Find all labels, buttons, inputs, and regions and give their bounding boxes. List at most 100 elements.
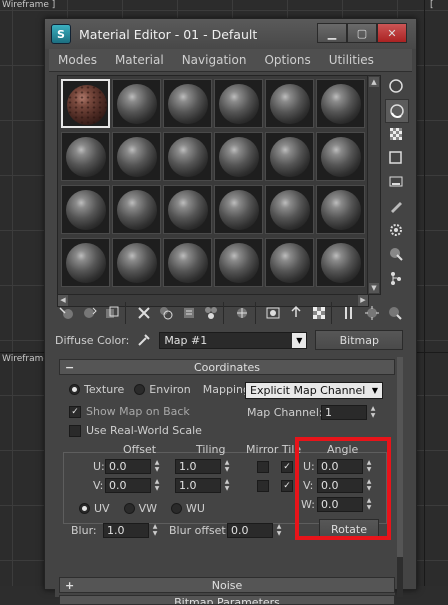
scroll-down-icon[interactable]: ▼ xyxy=(369,283,379,293)
material-slot[interactable] xyxy=(214,238,263,287)
map-type-button[interactable]: Bitmap xyxy=(315,330,404,350)
material-slot[interactable] xyxy=(112,79,161,128)
spinner-arrows-icon[interactable]: ▲ ▼ xyxy=(368,405,378,420)
sample-type-sphere-icon[interactable] xyxy=(385,75,407,97)
sample-uv-tiling-icon[interactable] xyxy=(385,147,407,169)
panel-scrollbar-thumb[interactable] xyxy=(397,357,403,557)
sample-slots-grid xyxy=(57,75,369,295)
u-mirror-checkbox[interactable] xyxy=(257,461,269,473)
uv-radio[interactable] xyxy=(79,503,90,514)
material-slot[interactable] xyxy=(163,132,212,181)
bitmap-parameters-rollout-header[interactable]: Bitmap Parameters xyxy=(59,595,395,605)
blur-spinner[interactable]: 1.0 ▲ ▼ xyxy=(103,523,157,538)
u-tiling-spinner[interactable]: 1.0 ▲ ▼ xyxy=(175,459,229,474)
put-to-library-icon[interactable] xyxy=(178,302,199,324)
viewport-label-bottom[interactable]: Wireframe xyxy=(2,354,49,364)
map-channel-spinner[interactable]: 1 ▲ ▼ xyxy=(321,405,375,420)
use-real-world-scale-checkbox[interactable] xyxy=(69,424,81,437)
minimize-button[interactable]: ▁ xyxy=(317,23,347,43)
wu-radio[interactable] xyxy=(170,503,182,514)
blur-offset-spinner[interactable]: 0.0 ▲ ▼ xyxy=(227,523,281,538)
background-icon[interactable] xyxy=(308,302,329,324)
menu-navigation[interactable]: Navigation xyxy=(173,53,256,67)
reset-map-icon[interactable] xyxy=(133,302,154,324)
spinner-arrows-icon[interactable]: ▲ ▼ xyxy=(274,523,284,538)
material-slot[interactable] xyxy=(112,185,161,234)
maximize-button[interactable]: ▢ xyxy=(347,23,377,43)
material-slot[interactable] xyxy=(265,79,314,128)
menu-material[interactable]: Material xyxy=(106,53,173,67)
material-map-navigator-icon[interactable] xyxy=(385,267,407,289)
v-tiling-spinner[interactable]: 1.0 ▲ ▼ xyxy=(175,478,229,493)
spinner-arrows-icon[interactable]: ▲ ▼ xyxy=(222,459,232,474)
u-tile-checkbox[interactable]: ✓ xyxy=(281,461,293,473)
menu-utilities[interactable]: Utilities xyxy=(320,53,383,67)
texture-radio[interactable] xyxy=(69,384,80,395)
spinner-arrows-icon[interactable]: ▲ ▼ xyxy=(152,478,162,493)
title-bar[interactable]: S Material Editor - 01 - Default ▁ ▢ ✕ xyxy=(45,19,416,49)
menu-options[interactable]: Options xyxy=(255,53,319,67)
material-slot[interactable] xyxy=(163,238,212,287)
background-checker-icon[interactable] xyxy=(385,123,407,145)
get-material-icon[interactable] xyxy=(57,302,78,324)
mapping-value: Explicit Map Channel xyxy=(250,384,366,397)
assign-to-selection-icon[interactable] xyxy=(102,302,123,324)
u-offset-spinner[interactable]: 0.0 ▲ ▼ xyxy=(105,459,159,474)
show-shaded-map-icon[interactable] xyxy=(232,302,253,324)
material-slot[interactable] xyxy=(163,79,212,128)
chevron-down-icon[interactable]: ▼ xyxy=(292,332,307,348)
material-slot[interactable] xyxy=(316,238,365,287)
put-to-scene-icon[interactable] xyxy=(80,302,101,324)
spinner-arrows-icon[interactable]: ▲ ▼ xyxy=(152,459,162,474)
material-slot[interactable] xyxy=(61,79,110,128)
viewport-label-top[interactable]: Wireframe ] xyxy=(2,0,55,10)
material-slot[interactable] xyxy=(214,79,263,128)
panel-scrollbar[interactable] xyxy=(397,357,403,597)
vw-radio[interactable] xyxy=(123,503,135,514)
go-to-parent-icon[interactable] xyxy=(286,302,307,324)
window-title: Material Editor - 01 - Default xyxy=(79,26,258,42)
show-map-on-back-checkbox[interactable]: ✓ xyxy=(69,405,81,418)
material-slot[interactable] xyxy=(61,185,110,234)
noise-rollout-header[interactable]: + Noise xyxy=(59,577,395,593)
v-offset-spinner[interactable]: 0.0 ▲ ▼ xyxy=(105,478,159,493)
scroll-up-icon[interactable]: ▲ xyxy=(369,77,379,87)
video-color-check-icon[interactable] xyxy=(385,171,407,193)
material-slot[interactable] xyxy=(316,132,365,181)
map-name-field[interactable]: Map #1 ▼ xyxy=(159,331,308,349)
slots-vertical-scrollbar[interactable]: ▲ ▼ xyxy=(367,75,381,295)
go-forward-to-sibling-icon[interactable] xyxy=(339,302,360,324)
material-slot[interactable] xyxy=(214,185,263,234)
coordinates-rollout-header[interactable]: − Coordinates xyxy=(59,359,395,375)
options-gear-icon[interactable] xyxy=(385,219,407,241)
spinner-arrows-icon[interactable]: ▲ ▼ xyxy=(150,523,160,538)
material-slot[interactable] xyxy=(163,185,212,234)
material-slot[interactable] xyxy=(214,132,263,181)
menu-modes[interactable]: Modes xyxy=(49,53,106,67)
show-end-result-icon[interactable] xyxy=(263,302,284,324)
backlight-icon[interactable] xyxy=(385,99,409,123)
spinner-arrows-icon[interactable]: ▲ ▼ xyxy=(222,478,232,493)
material-slot[interactable] xyxy=(316,79,365,128)
chevron-down-icon[interactable]: ▼ xyxy=(368,383,382,398)
pick-material-from-object-icon[interactable] xyxy=(362,302,383,324)
v-mirror-checkbox[interactable] xyxy=(257,480,269,492)
close-button[interactable]: ✕ xyxy=(377,23,407,43)
material-slot[interactable] xyxy=(265,132,314,181)
material-slot[interactable] xyxy=(61,132,110,181)
eyedropper-icon[interactable] xyxy=(385,302,406,324)
mapping-dropdown[interactable]: Explicit Map Channel ▼ xyxy=(245,382,383,399)
make-preview-icon[interactable] xyxy=(385,195,407,217)
material-slot[interactable] xyxy=(112,238,161,287)
material-id-channel-icon[interactable] xyxy=(201,302,222,324)
environ-radio[interactable] xyxy=(134,384,146,395)
material-slot[interactable] xyxy=(61,238,110,287)
v-tile-checkbox[interactable]: ✓ xyxy=(281,480,293,492)
material-slot[interactable] xyxy=(265,238,314,287)
material-slot[interactable] xyxy=(265,185,314,234)
eyedropper-picker-icon[interactable] xyxy=(135,331,153,349)
make-unique-icon[interactable] xyxy=(156,302,177,324)
material-slot[interactable] xyxy=(316,185,365,234)
select-by-material-icon[interactable] xyxy=(385,243,407,265)
material-slot[interactable] xyxy=(112,132,161,181)
